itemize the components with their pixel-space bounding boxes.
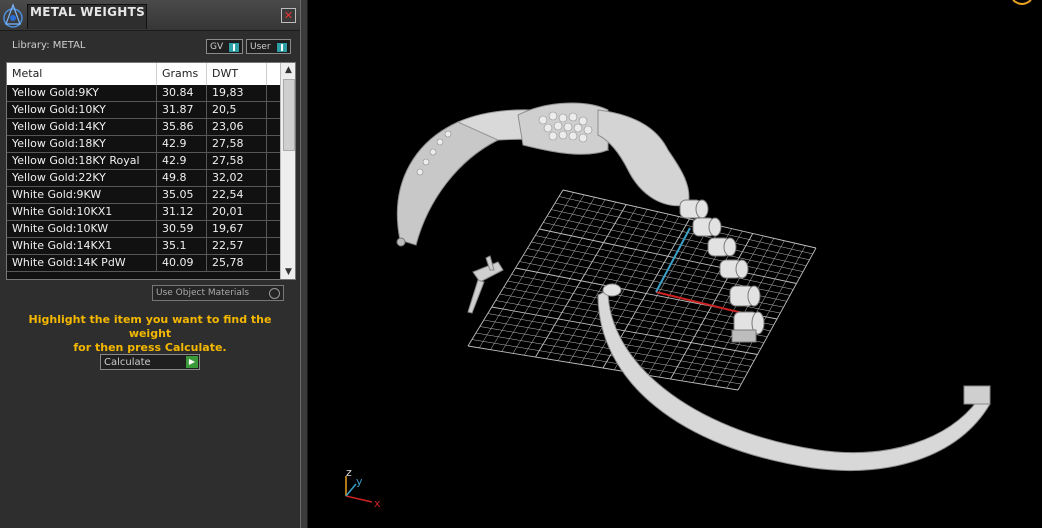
dwt-cell: 23,06 — [207, 119, 267, 135]
metal-table[interactable]: Metal Grams DWT Yellow Gold:9KY 30.84 19,8… — [6, 62, 296, 280]
table-row[interactable]: White Gold:14KX1 35.1 22,57 — [7, 238, 280, 255]
panel-title: METAL WEIGHTS — [30, 5, 146, 19]
grams-cell: 31.87 — [157, 102, 207, 118]
table-row[interactable]: Yellow Gold:22KY 49.8 32,02 — [7, 170, 280, 187]
grams-cell: 40.09 — [157, 255, 207, 271]
library-user-toggle[interactable]: User — [246, 39, 291, 54]
metal-name-cell: White Gold:10KW — [7, 221, 157, 237]
library-gv-label: GV — [210, 42, 224, 52]
axis-gizmo: z y x — [345, 466, 381, 510]
dwt-cell: 27,58 — [207, 136, 267, 152]
table-row[interactable]: White Gold:10KW 30.59 19,67 — [7, 221, 280, 238]
dwt-cell: 32,02 — [207, 170, 267, 186]
grams-cell: 31.12 — [157, 204, 207, 220]
y-axis-label: y — [356, 475, 363, 488]
close-icon: ✕ — [283, 9, 294, 22]
instruction-line-2: for then press Calculate. — [73, 341, 227, 354]
toggle-icon — [228, 42, 240, 53]
metal-name-cell: Yellow Gold:18KY Royal — [7, 153, 157, 169]
library-gv-toggle[interactable]: GV — [206, 39, 243, 54]
grams-cell: 35.05 — [157, 187, 207, 203]
metal-name-cell: Yellow Gold:14KY — [7, 119, 157, 135]
app-logo-icon — [3, 3, 23, 28]
metal-name-cell: Yellow Gold:18KY — [7, 136, 157, 152]
grams-cell: 35.86 — [157, 119, 207, 135]
grams-cell: 35.1 — [157, 238, 207, 254]
dwt-cell: 20,01 — [207, 204, 267, 220]
scroll-down-icon[interactable]: ▼ — [281, 265, 295, 279]
dwt-cell: 27,58 — [207, 153, 267, 169]
grid-line — [625, 223, 711, 372]
prong-setting — [467, 255, 504, 314]
grid-line — [471, 339, 742, 385]
3d-viewport[interactable]: z y x — [308, 0, 1042, 528]
calculate-label: Calculate — [104, 357, 151, 368]
dwt-cell: 20,5 — [207, 102, 267, 118]
close-button[interactable]: ✕ — [281, 8, 296, 23]
toggle-icon — [276, 42, 288, 53]
play-arrow-icon: ▶ — [186, 356, 198, 368]
column-header-metal[interactable]: Metal — [7, 63, 157, 85]
corner-indicator-icon[interactable] — [1011, 0, 1033, 5]
table-row[interactable]: White Gold:9KW 35.05 22,54 — [7, 187, 280, 204]
table-row[interactable]: Yellow Gold:9KY 30.84 19,83 — [7, 85, 280, 102]
table-row[interactable]: White Gold:10KX1 31.12 20,01 — [7, 204, 280, 221]
x-axis-label: x — [374, 497, 381, 510]
grams-cell: 42.9 — [157, 136, 207, 152]
ring-stack — [679, 199, 765, 343]
dwt-cell: 19,83 — [207, 85, 267, 101]
use-object-materials-label: Use Object Materials — [156, 288, 250, 298]
table-row[interactable]: Yellow Gold:10KY 31.87 20,5 — [7, 102, 280, 119]
table-row[interactable]: Yellow Gold:18KY Royal 42.9 27,58 — [7, 153, 280, 170]
metal-name-cell: White Gold:14K PdW — [7, 255, 157, 271]
library-label: Library: METAL — [12, 40, 86, 51]
dwt-cell: 25,78 — [207, 255, 267, 271]
dwt-cell: 19,67 — [207, 221, 267, 237]
column-header-dwt[interactable]: DWT — [207, 63, 267, 85]
viewport-scene: z y x — [345, 102, 991, 510]
radio-icon[interactable] — [269, 288, 280, 299]
library-user-label: User — [250, 42, 271, 52]
panel-splitter[interactable] — [300, 0, 308, 528]
table-row[interactable]: Yellow Gold:14KY 35.86 23,06 — [7, 119, 280, 136]
metal-name-cell: Yellow Gold:22KY — [7, 170, 157, 186]
metal-name-cell: White Gold:10KX1 — [7, 204, 157, 220]
z-axis-label: z — [346, 466, 352, 479]
table-body: Yellow Gold:9KY 30.84 19,83 Yellow Gold:10K… — [7, 85, 280, 272]
table-row[interactable]: Yellow Gold:18KY 42.9 27,58 — [7, 136, 280, 153]
grid-line — [499, 293, 765, 343]
grams-cell: 30.84 — [157, 85, 207, 101]
scroll-thumb[interactable] — [283, 79, 295, 151]
dwt-cell: 22,54 — [207, 187, 267, 203]
table-row[interactable]: White Gold:14K PdW 40.09 25,78 — [7, 255, 280, 272]
instruction-line-1: Highlight the item you want to find the … — [28, 313, 272, 340]
bangle-lower — [597, 283, 991, 471]
table-scrollbar[interactable]: ▲ ▼ — [280, 63, 295, 279]
use-object-materials-option[interactable]: Use Object Materials — [152, 285, 284, 301]
ring-band-upper — [396, 102, 690, 247]
grams-cell: 30.59 — [157, 221, 207, 237]
table-header: Metal Grams DWT — [7, 63, 280, 85]
metal-weights-panel: METAL WEIGHTS ✕ Library: METAL GV User M… — [0, 0, 301, 528]
metal-name-cell: White Gold:9KW — [7, 187, 157, 203]
panel-titlebar: METAL WEIGHTS ✕ — [0, 0, 300, 31]
metal-name-cell: White Gold:14KX1 — [7, 238, 157, 254]
grams-cell: 49.8 — [157, 170, 207, 186]
dwt-cell: 22,57 — [207, 238, 267, 254]
column-header-grams[interactable]: Grams — [157, 63, 207, 85]
calculate-button[interactable]: Calculate ▶ — [100, 354, 200, 370]
grid-line — [503, 287, 768, 337]
metal-name-cell: Yellow Gold:10KY — [7, 102, 157, 118]
grams-cell: 42.9 — [157, 153, 207, 169]
metal-name-cell: Yellow Gold:9KY — [7, 85, 157, 101]
instruction-text: Highlight the item you want to find the … — [10, 313, 290, 355]
ground-grid — [467, 189, 817, 391]
scroll-up-icon[interactable]: ▲ — [281, 63, 295, 77]
